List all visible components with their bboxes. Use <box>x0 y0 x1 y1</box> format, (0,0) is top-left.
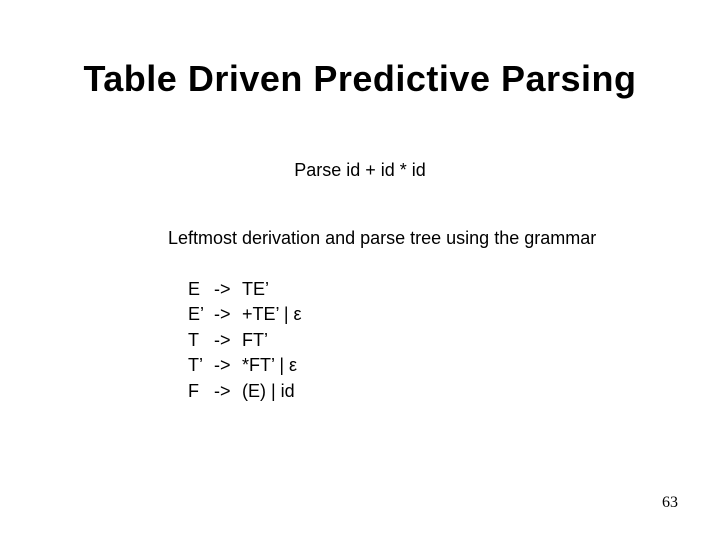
grammar-rhs: TE’ <box>242 278 308 303</box>
grammar-arrow: -> <box>214 354 242 379</box>
grammar-arrow: -> <box>214 380 242 405</box>
grammar-row: E’ -> +TE’ | ε <box>188 303 308 328</box>
grammar-rhs: FT’ <box>242 329 308 354</box>
grammar-row: T’ -> *FT’ | ε <box>188 354 308 379</box>
grammar-table: E -> TE’ E’ -> +TE’ | ε T -> FT’ T’ -> *… <box>188 278 308 405</box>
grammar-lhs: T’ <box>188 354 214 379</box>
grammar-arrow: -> <box>214 303 242 328</box>
grammar-block: E -> TE’ E’ -> +TE’ | ε T -> FT’ T’ -> *… <box>188 278 308 405</box>
grammar-row: T -> FT’ <box>188 329 308 354</box>
grammar-rhs: (E) | id <box>242 380 308 405</box>
grammar-rhs: *FT’ | ε <box>242 354 308 379</box>
parse-input-line: Parse id + id * id <box>0 160 720 181</box>
page-number: 63 <box>662 494 678 512</box>
slide: Table Driven Predictive Parsing Parse id… <box>0 0 720 540</box>
grammar-rhs: +TE’ | ε <box>242 303 308 328</box>
grammar-arrow: -> <box>214 329 242 354</box>
slide-title: Table Driven Predictive Parsing <box>0 58 720 100</box>
derivation-heading: Leftmost derivation and parse tree using… <box>168 228 596 249</box>
grammar-row: E -> TE’ <box>188 278 308 303</box>
grammar-lhs: F <box>188 380 214 405</box>
grammar-arrow: -> <box>214 278 242 303</box>
grammar-lhs: E <box>188 278 214 303</box>
grammar-lhs: E’ <box>188 303 214 328</box>
grammar-lhs: T <box>188 329 214 354</box>
grammar-row: F -> (E) | id <box>188 380 308 405</box>
